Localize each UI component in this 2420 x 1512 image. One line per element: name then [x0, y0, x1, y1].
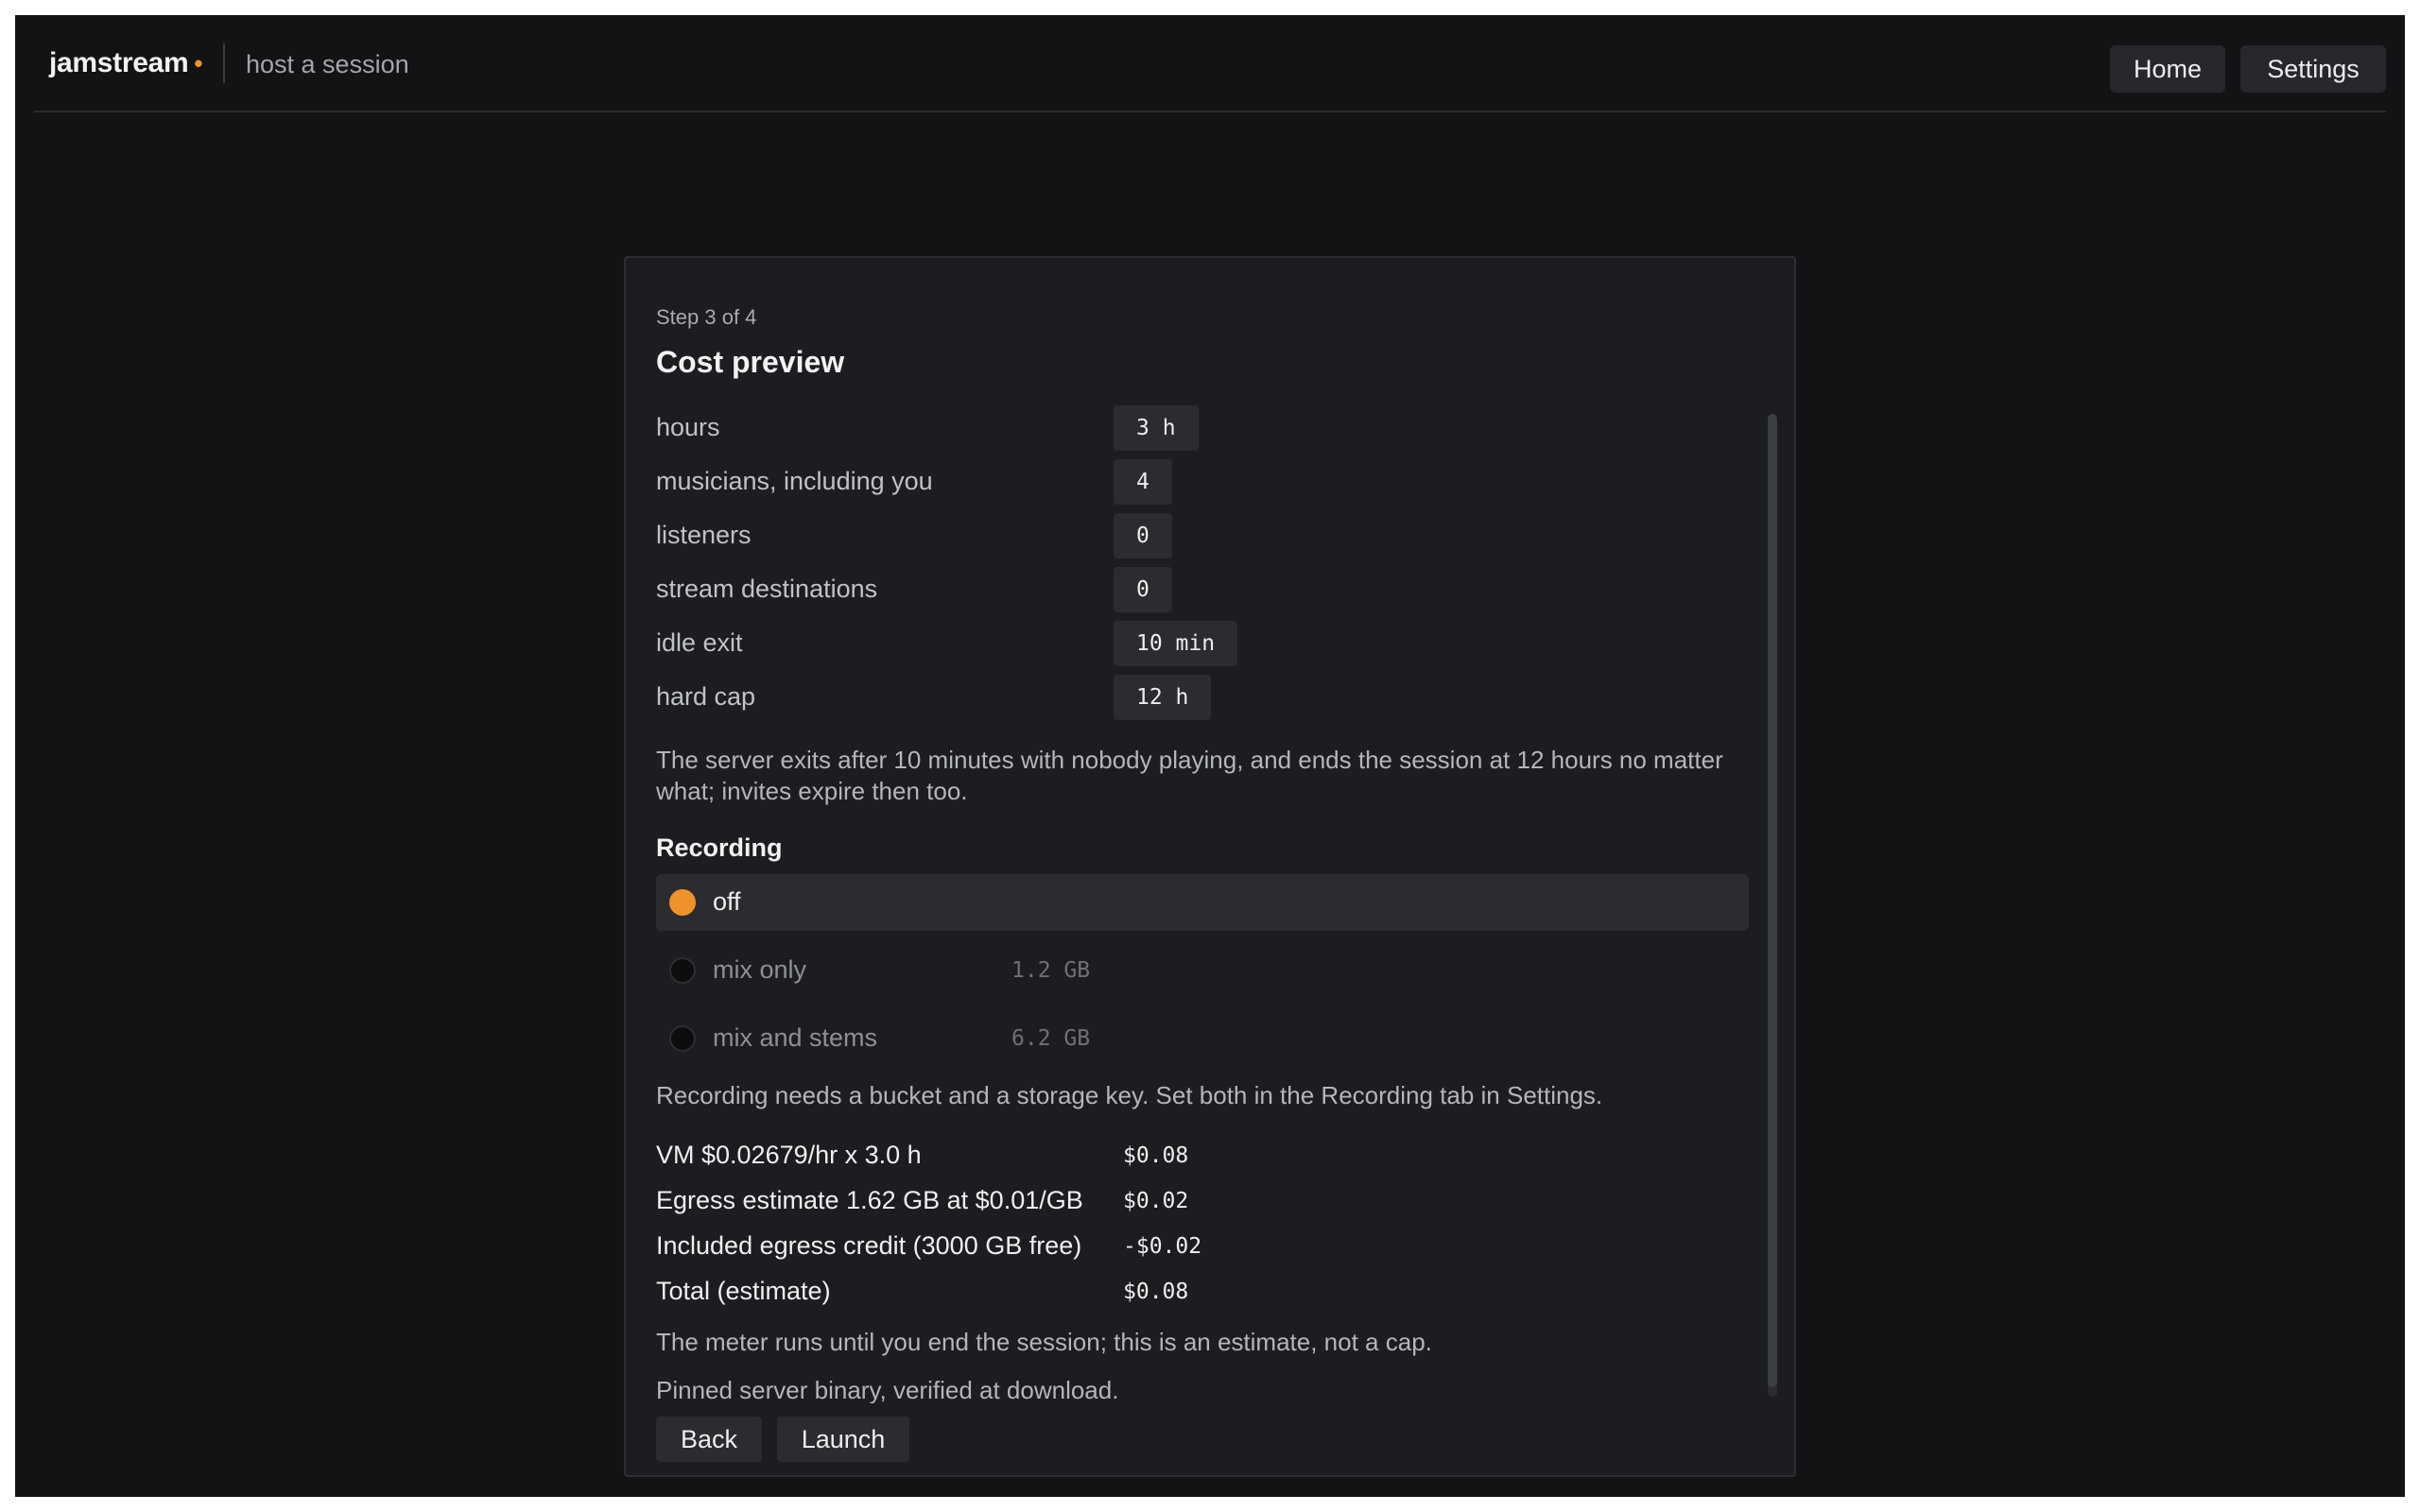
option-size: 6.2 GB [1011, 1026, 1091, 1051]
recording-option-mix-only[interactable]: mix only 1.2 GB [656, 942, 1749, 999]
stream-destinations-value[interactable]: 0 [1114, 567, 1172, 612]
field-label: stream destinations [656, 575, 878, 603]
back-button[interactable]: Back [656, 1417, 762, 1462]
cost-label: Total (estimate) [656, 1277, 831, 1305]
idle-exit-value[interactable]: 10 min [1114, 621, 1238, 666]
cost-row-egress: Egress estimate 1.62 GB at $0.01/GB $0.0… [656, 1186, 1318, 1224]
recording-option-mix-and-stems[interactable]: mix and stems 6.2 GB [656, 1010, 1749, 1067]
field-label: idle exit [656, 628, 743, 657]
cost-label: Included egress credit (3000 GB free) [656, 1231, 1082, 1260]
field-hard-cap: hard cap 12 h [656, 675, 1318, 720]
field-label: hard cap [656, 682, 756, 711]
option-size: 1.2 GB [1011, 958, 1091, 983]
binary-note: Pinned server binary, verified at downlo… [656, 1376, 1119, 1403]
step-indicator: Step 3 of 4 [656, 305, 757, 329]
cost-value: $0.08 [1123, 1280, 1189, 1304]
app-window: jamstream • host a session Home Settings … [15, 15, 2405, 1497]
hours-value[interactable]: 3 h [1114, 405, 1199, 451]
card-title: Cost preview [656, 345, 845, 379]
field-label: listeners [656, 521, 752, 549]
radio-label: mix and stems [713, 1023, 878, 1052]
home-button[interactable]: Home [2110, 45, 2225, 93]
meter-note: The meter runs until you end the session… [656, 1328, 1432, 1356]
field-listeners: listeners 0 [656, 513, 1318, 558]
recording-option-off[interactable]: off [656, 874, 1749, 931]
field-label: hours [656, 413, 720, 441]
scrollbar-thumb[interactable] [1768, 414, 1777, 1387]
hard-cap-value[interactable]: 12 h [1114, 675, 1212, 720]
top-bar: jamstream • host a session Home Settings [34, 15, 2386, 112]
field-musicians: musicians, including you 4 [656, 459, 1318, 505]
exit-note: The server exits after 10 minutes with n… [656, 746, 1723, 805]
brand-dot-icon: • [194, 49, 203, 77]
page-subtitle: host a session [246, 50, 409, 78]
settings-button[interactable]: Settings [2240, 45, 2386, 93]
listeners-value[interactable]: 0 [1114, 513, 1172, 558]
radio-unselected-icon [669, 1025, 696, 1052]
cost-value: $0.02 [1123, 1189, 1189, 1213]
field-idle-exit: idle exit 10 min [656, 621, 1318, 666]
brand-name: jamstream [49, 47, 189, 78]
field-label: musicians, including you [656, 467, 933, 495]
radio-label: mix only [713, 955, 807, 984]
radio-label: off [713, 887, 741, 916]
radio-selected-icon [669, 889, 696, 916]
header-divider [223, 43, 225, 83]
cost-row-total: Total (estimate) $0.08 [656, 1277, 1318, 1314]
recording-note: Recording needs a bucket and a storage k… [656, 1081, 1603, 1109]
musicians-value[interactable]: 4 [1114, 459, 1172, 505]
cost-preview-card: Step 3 of 4 Cost preview hours 3 h music… [624, 256, 1796, 1477]
recording-section-title: Recording [656, 833, 783, 862]
field-stream-destinations: stream destinations 0 [656, 567, 1318, 612]
brand-logo: jamstream • [49, 47, 202, 79]
field-hours: hours 3 h [656, 405, 1318, 451]
cost-label: VM $0.02679/hr x 3.0 h [656, 1141, 922, 1169]
launch-button[interactable]: Launch [777, 1417, 909, 1462]
radio-unselected-icon [669, 957, 696, 984]
cost-value: $0.08 [1123, 1143, 1189, 1168]
cost-label: Egress estimate 1.62 GB at $0.01/GB [656, 1186, 1083, 1214]
cost-row-vm: VM $0.02679/hr x 3.0 h $0.08 [656, 1141, 1318, 1178]
cost-value: -$0.02 [1123, 1234, 1202, 1259]
cost-row-egress-credit: Included egress credit (3000 GB free) -$… [656, 1231, 1318, 1269]
